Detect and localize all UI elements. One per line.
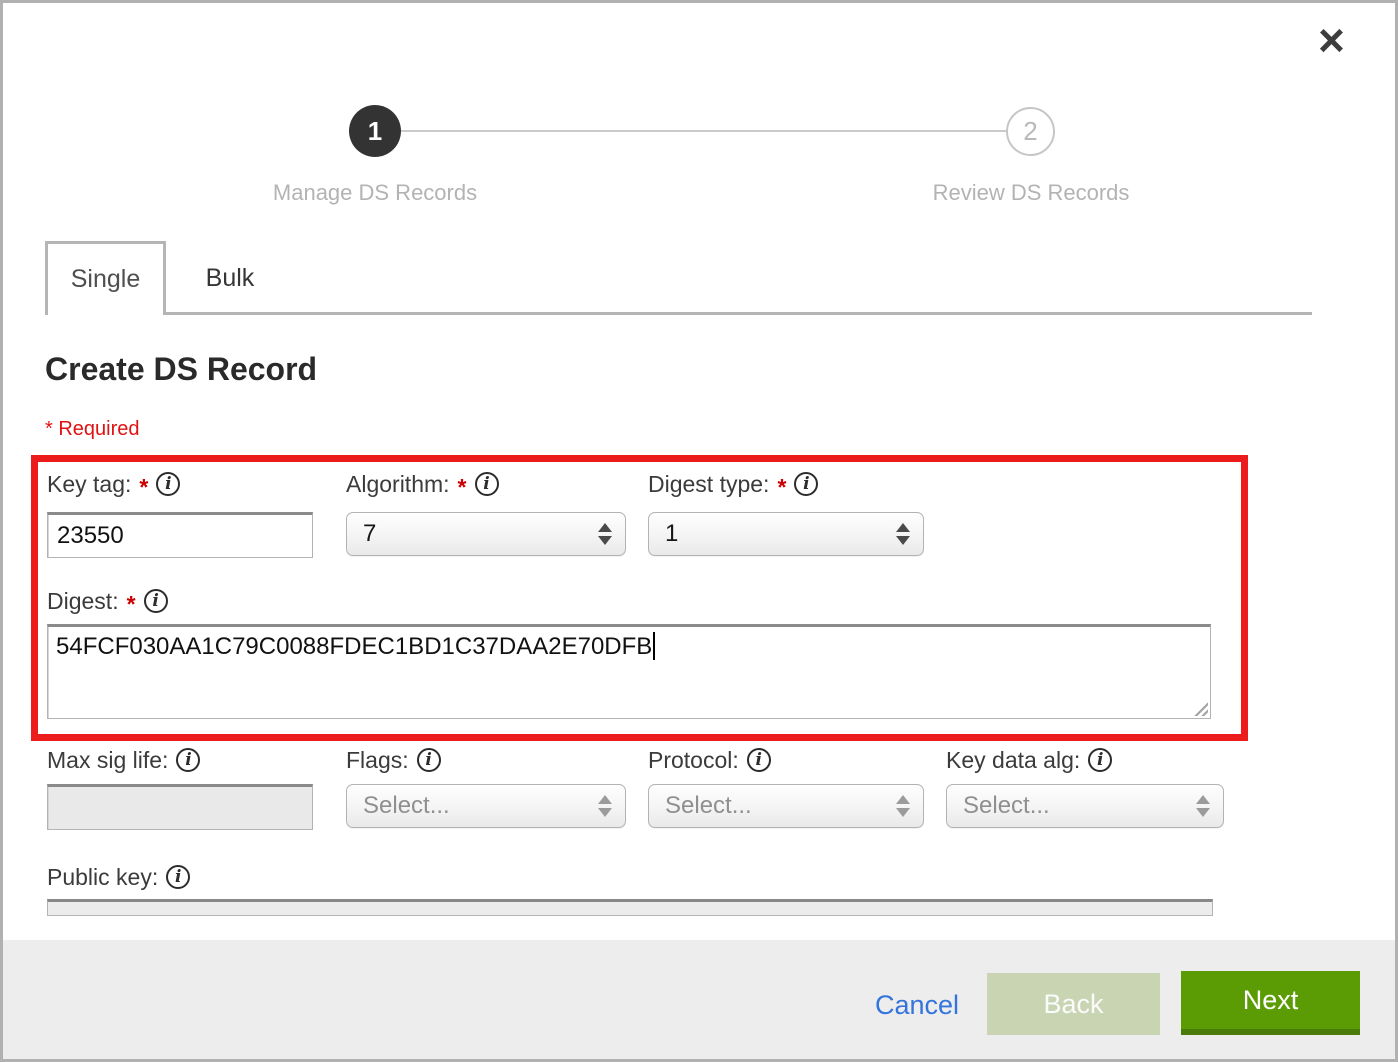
public-key-label: Public key:	[47, 864, 158, 891]
select-arrows-icon	[598, 523, 612, 545]
text-caret	[653, 632, 655, 660]
protocol-label: Protocol:	[648, 747, 739, 774]
info-icon[interactable]: i	[794, 472, 818, 496]
step-1-label: Manage DS Records	[215, 180, 535, 206]
digest-label: Digest:	[47, 588, 119, 615]
digest-type-label-row: Digest type: * i	[648, 469, 818, 499]
tab-bulk[interactable]: Bulk	[166, 241, 294, 315]
info-icon[interactable]: i	[156, 472, 180, 496]
protocol-select-value: Select...	[665, 792, 752, 820]
resize-handle-icon[interactable]	[1192, 700, 1208, 716]
close-icon[interactable]: ×	[1318, 17, 1345, 63]
select-arrows-icon	[1196, 795, 1210, 817]
required-asterisk: *	[777, 474, 786, 501]
tab-single[interactable]: Single	[45, 241, 166, 315]
digest-textarea[interactable]: 54FCF030AA1C79C0088FDEC1BD1C37DAA2E70DFB	[47, 624, 1211, 719]
algorithm-label: Algorithm:	[346, 471, 450, 498]
page-title: Create DS Record	[45, 351, 317, 388]
info-icon[interactable]: i	[417, 748, 441, 772]
required-asterisk: *	[139, 474, 148, 501]
digest-value: 54FCF030AA1C79C0088FDEC1BD1C37DAA2E70DFB	[56, 633, 652, 660]
key-data-alg-select[interactable]: Select...	[946, 784, 1224, 828]
select-arrows-icon	[896, 795, 910, 817]
select-arrows-icon	[598, 795, 612, 817]
digest-label-row: Digest: * i	[47, 586, 168, 616]
flags-label-row: Flags: i	[346, 745, 441, 775]
max-sig-life-input[interactable]	[47, 784, 313, 830]
algorithm-select[interactable]: 7	[346, 512, 626, 556]
key-tag-label: Key tag:	[47, 471, 131, 498]
digest-type-label: Digest type:	[648, 471, 769, 498]
info-icon[interactable]: i	[747, 748, 771, 772]
step-2-label: Review DS Records	[871, 180, 1191, 206]
info-icon[interactable]: i	[1088, 748, 1112, 772]
max-sig-life-label: Max sig life:	[47, 747, 168, 774]
stepper-connector-line	[401, 130, 1006, 132]
key-data-alg-select-value: Select...	[963, 792, 1050, 820]
step-1-circle: 1	[349, 105, 401, 157]
algorithm-label-row: Algorithm: * i	[346, 469, 499, 499]
key-data-alg-label-row: Key data alg: i	[946, 745, 1112, 775]
public-key-textarea[interactable]	[47, 899, 1213, 916]
select-arrows-icon	[896, 523, 910, 545]
required-note: * Required	[45, 418, 140, 441]
info-icon[interactable]: i	[166, 865, 190, 889]
required-asterisk: *	[127, 591, 136, 618]
flags-select[interactable]: Select...	[346, 784, 626, 828]
flags-select-value: Select...	[363, 792, 450, 820]
modal-footer: Cancel Back Next	[3, 940, 1395, 1059]
protocol-select[interactable]: Select...	[648, 784, 924, 828]
key-data-alg-label: Key data alg:	[946, 747, 1080, 774]
public-key-label-row: Public key: i	[47, 862, 190, 892]
flags-label: Flags:	[346, 747, 409, 774]
protocol-label-row: Protocol: i	[648, 745, 771, 775]
key-tag-label-row: Key tag: * i	[47, 469, 180, 499]
digest-type-select[interactable]: 1	[648, 512, 924, 556]
info-icon[interactable]: i	[176, 748, 200, 772]
step-2-circle: 2	[1006, 107, 1055, 156]
next-button[interactable]: Next	[1181, 971, 1360, 1035]
info-icon[interactable]: i	[144, 589, 168, 613]
required-asterisk: *	[458, 474, 467, 501]
create-ds-record-modal: × 1 2 Manage DS Records Review DS Record…	[0, 0, 1398, 1062]
digest-type-select-value: 1	[665, 520, 678, 548]
algorithm-select-value: 7	[363, 520, 376, 548]
key-tag-input[interactable]	[47, 512, 313, 558]
info-icon[interactable]: i	[475, 472, 499, 496]
back-button[interactable]: Back	[987, 973, 1160, 1035]
max-sig-life-label-row: Max sig life: i	[47, 745, 200, 775]
cancel-button[interactable]: Cancel	[875, 990, 959, 1021]
